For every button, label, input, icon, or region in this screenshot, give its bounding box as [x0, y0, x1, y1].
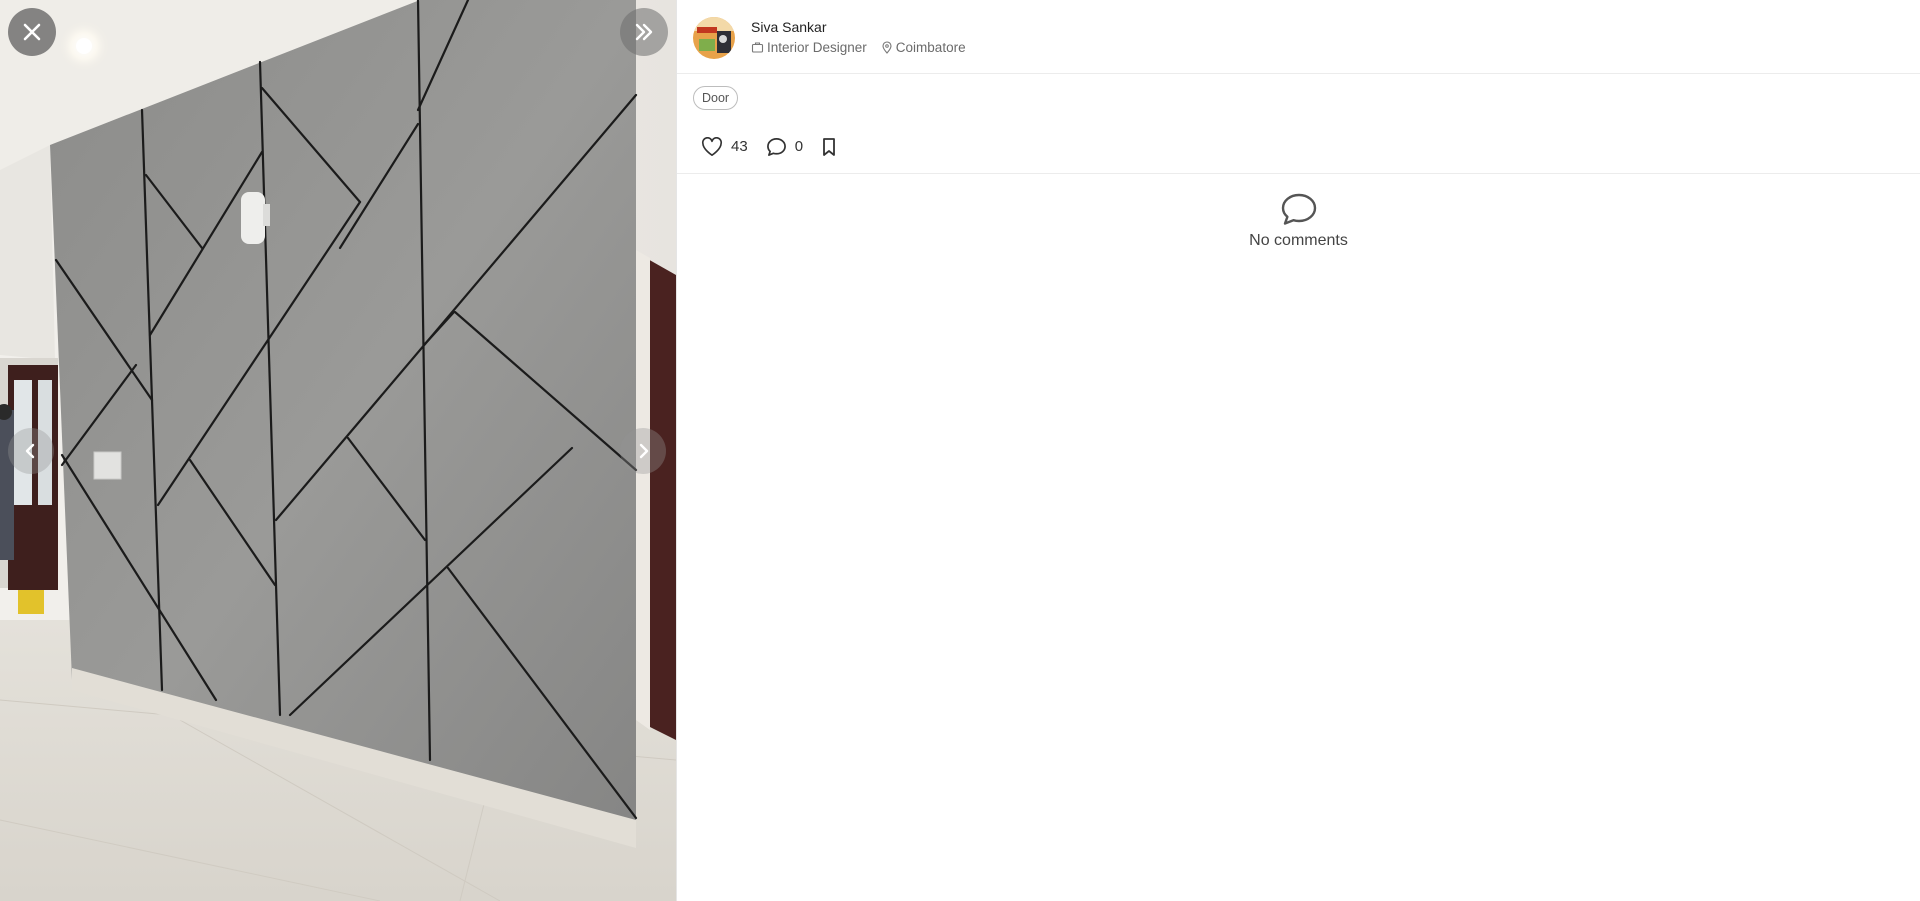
post-photo: [0, 0, 676, 901]
tag-list: Door: [677, 74, 1920, 110]
close-icon: [23, 23, 41, 41]
next-image-button[interactable]: [620, 428, 666, 474]
chevron-right-icon: [639, 443, 649, 459]
author-header: Siva Sankar Interior Designer Coimbatore: [677, 0, 1920, 74]
comment-icon: [766, 137, 786, 156]
collapse-panel-button[interactable]: [620, 8, 668, 56]
author-name[interactable]: Siva Sankar: [751, 18, 966, 36]
close-button[interactable]: [8, 8, 56, 56]
author-profession-label: Interior Designer: [767, 39, 867, 55]
post-viewer-modal: Siva Sankar Interior Designer Coimbatore…: [0, 0, 1920, 901]
location-pin-icon: [882, 41, 892, 54]
heart-icon: [701, 136, 723, 156]
previous-image-button[interactable]: [8, 428, 54, 474]
comment-count: 0: [794, 138, 804, 155]
post-details-panel: Siva Sankar Interior Designer Coimbatore…: [676, 0, 1920, 901]
briefcase-icon: [751, 42, 764, 53]
bookmark-icon: [823, 137, 835, 156]
author-location-label: Coimbatore: [895, 39, 966, 55]
avatar-image: [693, 16, 735, 59]
image-viewer: [0, 0, 676, 901]
author-location: Coimbatore: [881, 40, 966, 56]
author-meta: Interior Designer Coimbatore: [751, 40, 966, 56]
like-button[interactable]: 43: [701, 136, 748, 157]
chevron-left-icon: [25, 443, 35, 459]
like-count: 43: [731, 138, 748, 155]
post-actions: 43 0: [677, 120, 1920, 174]
no-comments-text: No comments: [1249, 232, 1348, 249]
comment-button[interactable]: 0: [766, 137, 803, 157]
save-button[interactable]: [821, 137, 837, 157]
author-profession: Interior Designer: [751, 40, 867, 56]
comment-icon: [1281, 193, 1316, 225]
avatar[interactable]: [693, 16, 735, 59]
author-info: Siva Sankar Interior Designer Coimbatore: [751, 18, 966, 56]
chevrons-right-icon: [635, 23, 653, 41]
comments-empty-state: No comments: [677, 192, 1920, 250]
tag-chip[interactable]: Door: [693, 86, 739, 110]
